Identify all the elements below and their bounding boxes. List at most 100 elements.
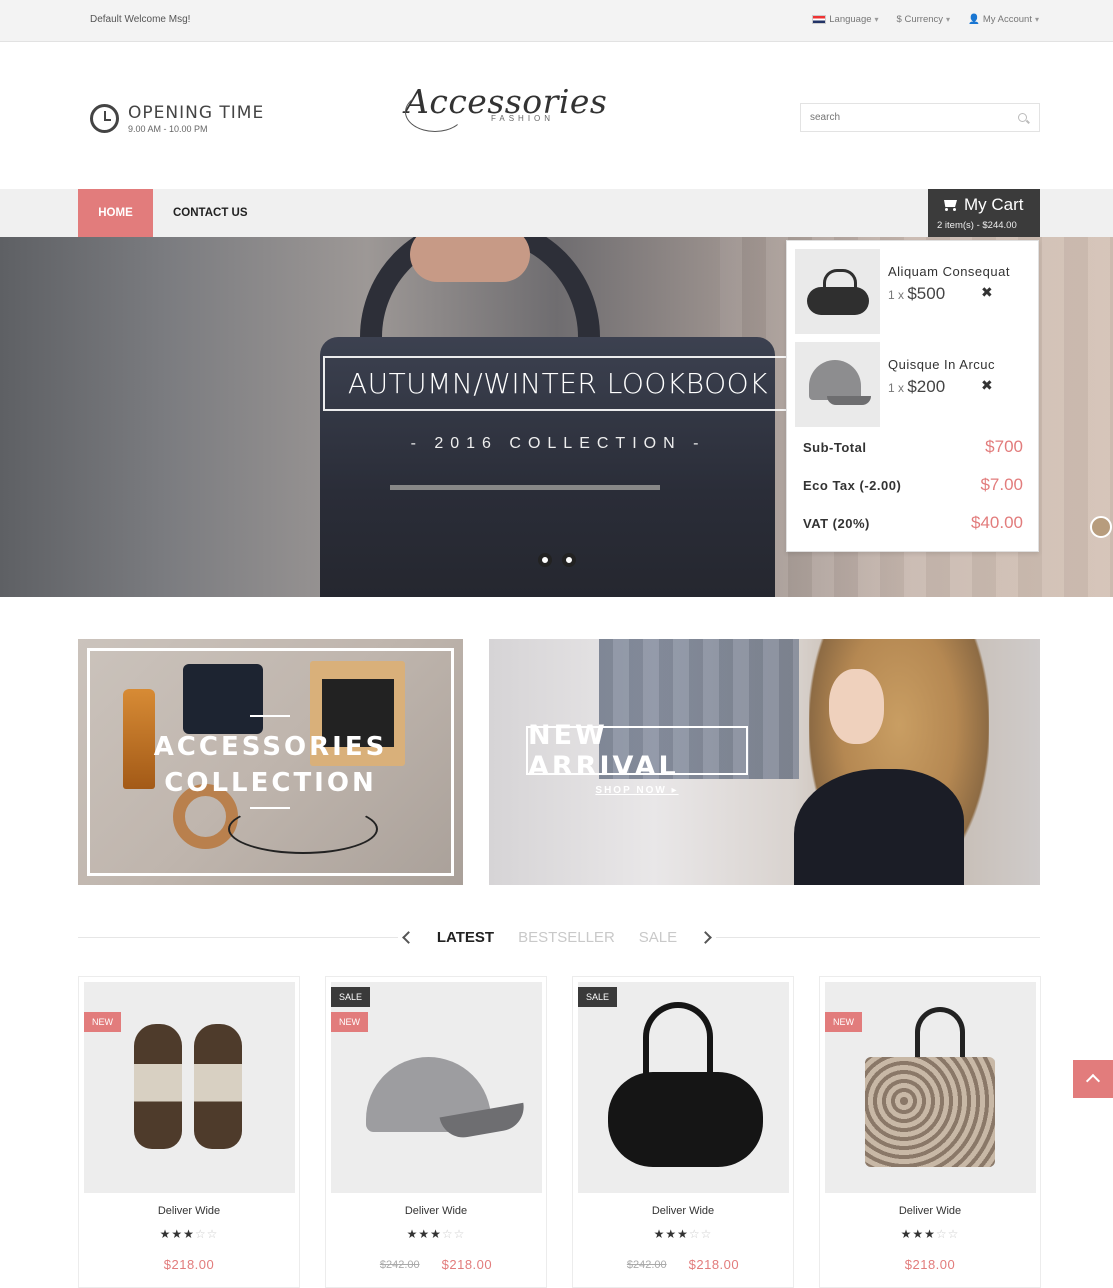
product-name[interactable]: Deliver Wide: [326, 1205, 546, 1217]
cart-button[interactable]: My Cart 2 item(s) - $244.00: [928, 189, 1040, 237]
cart-row-label: VAT (20%): [803, 516, 870, 531]
slider-dots: [538, 553, 576, 567]
product-name[interactable]: Deliver Wide: [79, 1205, 299, 1217]
nav-contact-us[interactable]: CONTACT US: [173, 189, 248, 237]
rating-stars: ★★★☆☆: [79, 1227, 299, 1241]
cart-title: My Cart: [941, 195, 1024, 215]
rating-stars: ★★★☆☆: [326, 1227, 546, 1241]
duffle-bag-icon: [807, 269, 869, 315]
chevron-down-icon: ▾: [946, 15, 951, 24]
new-arrival-banner[interactable]: NEW ARRIVAL SHOP NOW ▸: [489, 639, 1040, 885]
currency-label: $ Currency: [896, 14, 944, 25]
product-name[interactable]: Deliver Wide: [573, 1205, 793, 1217]
product-price: $242.00 $218.00: [326, 1257, 546, 1272]
language-selector[interactable]: Language ▾: [812, 14, 879, 25]
star-filled-icon: ★: [924, 1227, 936, 1241]
cart-item-name[interactable]: Aliquam Consequat: [888, 264, 1010, 279]
slide-subtitle: - 2016 COLLECTION -: [410, 435, 706, 452]
star-filled-icon: ★: [159, 1227, 172, 1241]
slider-dot-1[interactable]: [538, 553, 552, 567]
product-price: $218.00: [820, 1257, 1040, 1272]
remove-icon[interactable]: ✖: [981, 377, 993, 394]
user-icon: 👤: [968, 14, 980, 25]
sale-badge: SALE: [578, 987, 618, 1007]
rating-stars: ★★★☆☆: [573, 1227, 793, 1241]
opening-time: OPENING TIME 9.00 AM - 10.00 PM: [90, 103, 264, 134]
account-label: My Account: [982, 14, 1032, 25]
cart-item-qty: 1 x: [888, 381, 908, 395]
tab-bestseller[interactable]: BESTSELLER: [518, 929, 615, 946]
star-filled-icon: ★: [900, 1227, 913, 1241]
accessories-banner[interactable]: ACCESSORIES COLLECTION: [78, 639, 463, 885]
cart-item-name[interactable]: Quisque In Arcuc: [888, 357, 995, 372]
chevron-left-icon[interactable]: [401, 930, 415, 944]
language-label: Language: [829, 14, 872, 25]
duffle-bag-image: [608, 1072, 763, 1167]
chevron-right-icon[interactable]: [699, 930, 713, 944]
cart-item-price: 1 x $500: [888, 284, 945, 304]
star-empty-icon: ☆: [700, 1227, 713, 1241]
search-box: [800, 103, 1040, 132]
opening-hours: 9.00 AM - 10.00 PM: [128, 124, 208, 134]
tab-latest[interactable]: LATEST: [437, 929, 494, 946]
nav-home[interactable]: HOME: [78, 189, 153, 237]
cart-icon: [941, 199, 958, 211]
cart-item-price: 1 x $200: [888, 377, 945, 397]
product-card[interactable]: SALE Deliver Wide ★★★☆☆ $242.00 $218.00: [572, 976, 794, 1288]
top-bar: Default Welcome Msg! Language ▾ $ Curren…: [0, 0, 1113, 42]
back-to-top-button[interactable]: [1073, 1060, 1113, 1098]
site-logo[interactable]: Accessories FASHION: [405, 82, 607, 140]
product-card[interactable]: NEW Deliver Wide ★★★☆☆ $218.00: [819, 976, 1041, 1288]
cart-subtotal-row: Sub-Total $700: [803, 437, 1023, 457]
price-current: $218.00: [163, 1257, 215, 1272]
star-filled-icon: ★: [406, 1227, 419, 1241]
new-badge: NEW: [331, 1012, 368, 1032]
top-links: Language ▾ $ Currency ▾ 👤 My Account ▾: [812, 14, 1039, 25]
star-empty-icon: ☆: [688, 1227, 701, 1241]
price-current: $218.00: [904, 1257, 956, 1272]
search-icon[interactable]: [1018, 113, 1027, 122]
star-filled-icon: ★: [171, 1227, 184, 1241]
cart-summary: 2 item(s) - $244.00: [937, 220, 1017, 231]
cart-item: Aliquam Consequat 1 x $500 ✖: [795, 249, 1035, 334]
search-input[interactable]: [801, 104, 1001, 131]
shop-now-link[interactable]: SHOP NOW ▸: [526, 785, 748, 796]
divider: [250, 807, 290, 809]
logo-swirl: [405, 92, 465, 132]
star-filled-icon: ★: [430, 1227, 442, 1241]
cart-item-price-value: $200: [907, 377, 946, 396]
chevron-down-icon: ▾: [874, 15, 879, 24]
product-price: $242.00 $218.00: [573, 1257, 793, 1272]
currency-selector[interactable]: $ Currency ▾: [897, 14, 950, 25]
product-price: $218.00: [79, 1257, 299, 1272]
cart-item-qty: 1 x: [888, 288, 908, 302]
cart-row-label: Eco Tax (-2.00): [803, 478, 902, 493]
remove-icon[interactable]: ✖: [981, 284, 993, 301]
cart-row-value: $7.00: [980, 475, 1023, 494]
cart-item-image[interactable]: [795, 342, 880, 427]
cart-row-label: Sub-Total: [803, 440, 867, 455]
product-card[interactable]: NEW Deliver Wide ★★★☆☆ $218.00: [78, 976, 300, 1288]
product-name[interactable]: Deliver Wide: [820, 1205, 1040, 1217]
chevron-down-icon: ▾: [1034, 15, 1039, 24]
rating-stars: ★★★☆☆: [820, 1227, 1040, 1241]
cart-item: Quisque In Arcuc 1 x $200 ✖: [795, 342, 1035, 427]
clock-icon: [90, 104, 119, 133]
price-old: $242.00: [626, 1259, 667, 1271]
star-empty-icon: ☆: [194, 1227, 207, 1241]
account-menu[interactable]: 👤 My Account ▾: [968, 14, 1039, 25]
cart-row-value: $700: [985, 437, 1023, 456]
star-filled-icon: ★: [418, 1227, 431, 1241]
star-empty-icon: ☆: [441, 1227, 454, 1241]
tab-sale[interactable]: SALE: [639, 929, 677, 946]
cart-item-image[interactable]: [795, 249, 880, 334]
accessories-title-line2: COLLECTION: [164, 768, 377, 798]
slider-dot-2[interactable]: [562, 553, 576, 567]
mitten-image: [134, 1024, 182, 1149]
product-card[interactable]: SALE NEW Deliver Wide ★★★☆☆ $242.00 $218…: [325, 976, 547, 1288]
new-arrival-title: NEW ARRIVAL: [526, 720, 748, 782]
model-face-image: [829, 669, 884, 744]
cart-item-price-value: $500: [907, 284, 946, 303]
product-image[interactable]: [578, 982, 789, 1193]
star-empty-icon: ☆: [206, 1227, 219, 1241]
